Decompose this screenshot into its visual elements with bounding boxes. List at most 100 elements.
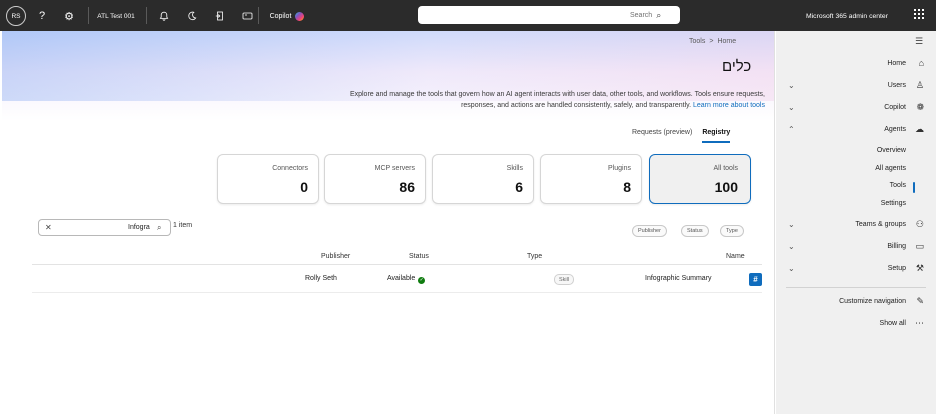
copilot-button[interactable]: Copilot	[262, 6, 312, 26]
page-description: Explore and manage the tools that govern…	[347, 89, 765, 111]
card-value: 100	[714, 179, 738, 195]
card-label: Plugins	[608, 165, 631, 172]
table-row[interactable]: Rolly Seth Available ✓ Skill Infographic …	[32, 267, 762, 293]
chevron-down-icon: ⌄	[788, 220, 795, 229]
column-status[interactable]: Status	[409, 253, 429, 260]
nav-item-teams-groups[interactable]: ⌄ Teams & groups ⚇	[776, 216, 936, 236]
nav-subitem-settings[interactable]: Settings	[776, 197, 936, 214]
divider	[146, 7, 147, 24]
result-count: 1 item	[173, 222, 193, 229]
nav-label: Teams & groups	[855, 221, 906, 228]
nav-label: Home	[887, 60, 906, 67]
active-indicator	[913, 182, 915, 193]
main-content: Tools > Home כלים Explore and manage the…	[2, 31, 775, 414]
home-icon: ⌂	[918, 58, 924, 68]
settings-gear-icon[interactable]: ⚙	[61, 6, 77, 26]
column-name[interactable]: Name	[726, 253, 745, 260]
nav-item-show-all[interactable]: Show all ⋯	[776, 315, 936, 335]
nav-item-copilot[interactable]: ⌄ Copilot ❁	[776, 99, 936, 119]
divider	[258, 7, 259, 24]
nav-label: Tools	[889, 182, 906, 189]
filter-type-chip[interactable]: Type	[720, 225, 744, 237]
learn-more-link[interactable]: Learn more about tools	[693, 102, 765, 109]
nav-item-customize-navigation[interactable]: Customize navigation ✎	[776, 293, 936, 313]
search-icon: ⌕	[656, 9, 662, 20]
cell-status: Available ✓	[387, 275, 426, 284]
copilot-label: Copilot	[269, 12, 292, 20]
agents-icon: ☁	[915, 124, 924, 134]
search-icon: ⌕	[157, 222, 162, 232]
app-launcher-waffle-icon[interactable]	[914, 9, 924, 19]
page-title: כלים	[722, 58, 752, 75]
nav-item-agents[interactable]: ⌃ Agents ☁	[776, 121, 936, 141]
cell-name[interactable]: Infographic Summary	[645, 275, 712, 282]
filter-status-chip[interactable]: Status	[681, 225, 709, 237]
pencil-icon: ✎	[916, 296, 924, 306]
tenant-name[interactable]: ATL Test 001	[96, 6, 136, 26]
nav-label: Customize navigation	[839, 298, 906, 305]
nav-item-billing[interactable]: ⌄ Billing ▭	[776, 238, 936, 258]
nav-label: Show all	[879, 320, 906, 327]
type-badge: Skill	[554, 274, 575, 285]
breadcrumb-home[interactable]: Home	[717, 38, 736, 45]
chevron-down-icon: ⌄	[788, 103, 795, 112]
card-value: 6	[515, 179, 523, 195]
copilot-icon: ❁	[916, 102, 924, 112]
account-avatar[interactable]: RS	[6, 6, 26, 26]
table-header: Publisher Status Type Name	[32, 250, 762, 265]
column-type[interactable]: Type	[527, 253, 542, 260]
chevron-up-icon: ⌃	[788, 125, 795, 134]
help-icon[interactable]: ?	[34, 6, 50, 26]
chevron-down-icon: ⌄	[788, 264, 795, 273]
nav-divider	[786, 287, 926, 288]
card-plugins[interactable]: Plugins 8	[540, 154, 642, 204]
nav-label: Billing	[887, 243, 906, 250]
breadcrumb: Tools > Home	[689, 38, 736, 45]
nav-item-home[interactable]: Home ⌂	[776, 55, 936, 75]
person-icon: ♙	[915, 80, 924, 90]
nav-subitem-overview[interactable]: Overview	[776, 144, 936, 161]
notifications-bell-icon[interactable]	[157, 6, 171, 26]
tab-bar: Requests (preview) Registry	[632, 129, 731, 143]
card-value: 0	[300, 179, 308, 195]
sign-in-door-icon[interactable]	[213, 6, 227, 26]
nav-subitem-tools[interactable]: Tools	[776, 179, 936, 196]
chevron-down-icon: ⌄	[788, 242, 795, 251]
nav-label: All agents	[875, 165, 906, 172]
card-value: 86	[399, 179, 415, 195]
teams-icon: ⚇	[915, 219, 924, 229]
card-skills[interactable]: Skills 6	[432, 154, 534, 204]
filter-search-input[interactable]: ✕ Infogra ⌕	[38, 219, 171, 236]
breadcrumb-current: Tools	[689, 38, 706, 45]
copilot-logo-icon	[295, 11, 305, 21]
status-text: Available	[387, 275, 416, 282]
side-navigation: ☰ Home ⌂ ⌄ Users ♙ ⌄ Copilot ❁ ⌃ Agents …	[776, 31, 936, 414]
dark-mode-moon-icon[interactable]	[185, 6, 199, 26]
breadcrumb-separator: >	[709, 38, 714, 45]
card-connectors[interactable]: Connectors 0	[217, 154, 319, 204]
tab-registry[interactable]: Registry	[702, 129, 731, 143]
nav-label: Agents	[884, 126, 906, 133]
filter-publisher-chip[interactable]: Publisher	[632, 225, 667, 237]
screen-icon[interactable]	[240, 6, 254, 26]
nav-item-setup[interactable]: ⌄ Setup ⚒	[776, 260, 936, 280]
nav-subitem-all-agents[interactable]: All agents	[776, 162, 936, 179]
top-bar: RS ? ⚙ ATL Test 001 Copilot Search ⌕ Mic…	[0, 0, 936, 31]
clear-search-icon[interactable]: ✕	[45, 223, 52, 232]
cell-publisher: Rolly Seth	[305, 275, 337, 282]
hamburger-menu-icon[interactable]: ☰	[915, 36, 925, 47]
product-brand[interactable]: Microsoft 365 admin center	[806, 6, 906, 26]
nav-item-users[interactable]: ⌄ Users ♙	[776, 77, 936, 97]
nav-label: Settings	[880, 200, 906, 207]
column-publisher[interactable]: Publisher	[321, 253, 350, 260]
available-check-icon: ✓	[418, 277, 426, 284]
card-label: MCP servers	[374, 165, 415, 172]
card-label: Skills	[506, 165, 523, 172]
card-mcp-servers[interactable]: MCP servers 86	[324, 154, 426, 204]
tab-requests[interactable]: Requests (preview)	[632, 129, 692, 143]
card-all-tools[interactable]: All tools 100	[649, 154, 751, 204]
search-input[interactable]: Search ⌕	[418, 6, 680, 24]
card-label: Connectors	[272, 165, 308, 172]
nav-label: Users	[887, 82, 906, 89]
filter-search-value: Infogra	[128, 224, 150, 231]
